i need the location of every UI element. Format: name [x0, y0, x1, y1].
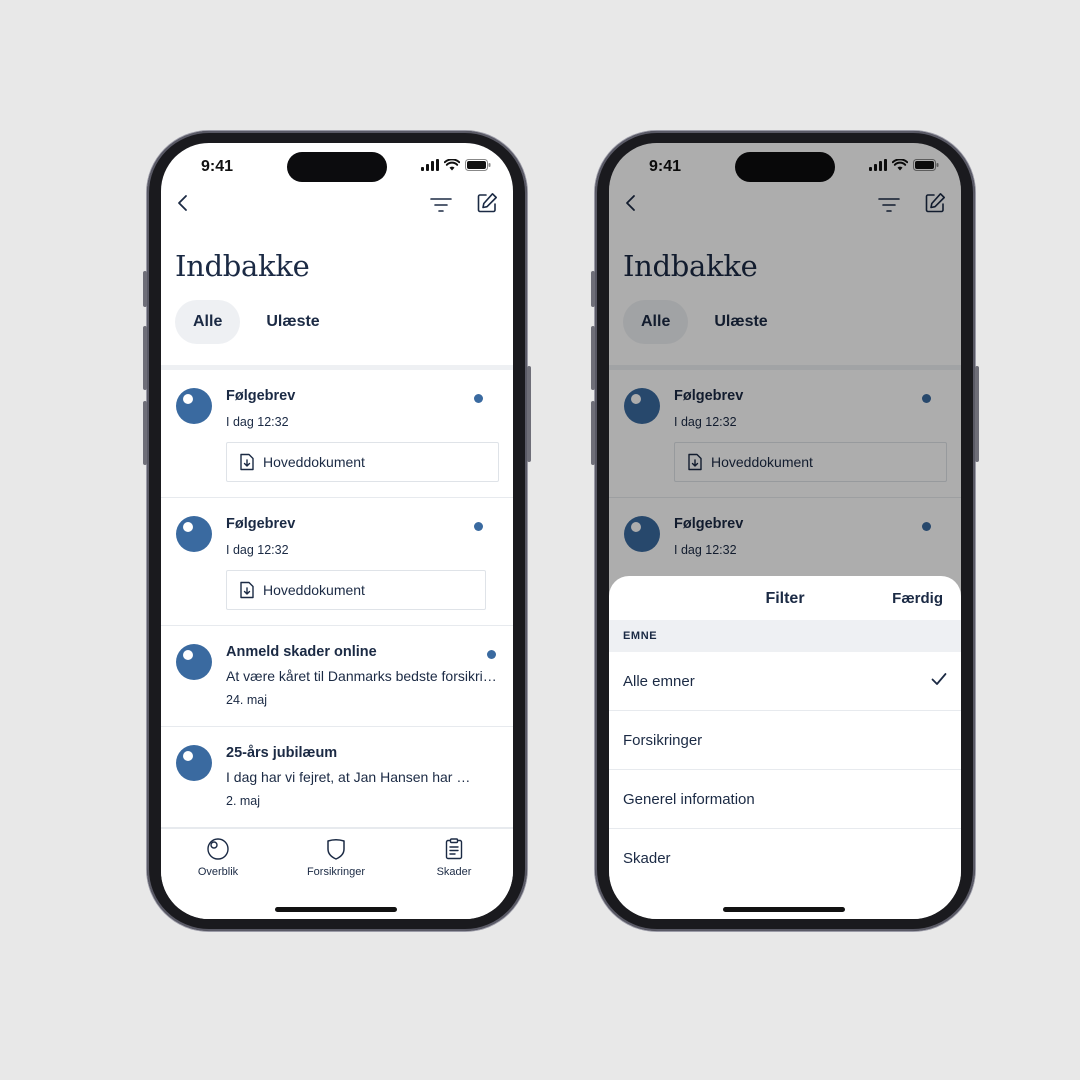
- list-item[interactable]: Anmeld skader online At være kåret til D…: [161, 626, 513, 727]
- message-date: 2. maj: [226, 794, 261, 808]
- inbox-screen: 9:41 Indbakke Alle Ulæste Følgebrev I da…: [161, 143, 513, 919]
- home-indicator: [275, 907, 397, 912]
- option-label: Skader: [623, 850, 671, 867]
- nav-label: Forsikringer: [306, 866, 366, 878]
- section-header: EMNE: [609, 620, 961, 652]
- shield-icon: [327, 839, 345, 860]
- filter-option-alle-emner[interactable]: Alle emner: [609, 652, 961, 711]
- message-title: Følgebrev: [226, 388, 296, 404]
- option-label: Generel information: [623, 790, 755, 808]
- option-label: Alle emner: [623, 672, 695, 690]
- filter-option-forsikringer[interactable]: Forsikringer: [609, 711, 961, 770]
- message-preview: I dag har vi fejret, at Jan Hansen har v…: [226, 769, 473, 785]
- message-title: 25-års jubilæum: [226, 745, 338, 761]
- message-preview: At være kåret til Danmarks bedste forsik…: [226, 668, 497, 684]
- message-title: Følgebrev: [226, 516, 296, 532]
- message-date: I dag 12:32: [226, 543, 289, 557]
- message-date: 24. maj: [226, 693, 267, 707]
- nav-label: Overblik: [197, 866, 239, 878]
- battery-icon: [465, 159, 491, 171]
- inbox-filter-screen: 9:41 Indbakke Alle Ulæste Følgebrev I da…: [609, 143, 961, 919]
- nav-skader[interactable]: Skader: [404, 837, 504, 878]
- attachment-label: Hoveddokument: [263, 582, 365, 598]
- list-item[interactable]: Følgebrev I dag 12:32 Hoveddokument: [161, 498, 513, 626]
- cellular-signal-icon: [421, 159, 439, 171]
- checkmark-icon: [931, 673, 947, 685]
- unread-dot: [474, 522, 483, 531]
- compose-icon[interactable]: [475, 191, 499, 215]
- filter-icon[interactable]: [429, 193, 453, 217]
- clipboard-icon: [445, 838, 463, 860]
- filter-option-skader[interactable]: Skader: [609, 829, 961, 888]
- message-title: Anmeld skader online: [226, 644, 377, 660]
- list-item[interactable]: 25-års jubilæum I dag har vi fejret, at …: [161, 727, 513, 828]
- tab-ulaeste[interactable]: Ulæste: [248, 300, 337, 344]
- filter-sheet: Filter Færdig EMNE Alle emner Forsikring…: [609, 576, 961, 919]
- avatar: [176, 745, 212, 781]
- attachment-label: Hoveddokument: [263, 454, 365, 470]
- document-download-icon: [240, 453, 254, 471]
- document-download-icon: [240, 581, 254, 599]
- nav-forsikringer[interactable]: Forsikringer: [286, 837, 386, 878]
- overview-icon: [207, 838, 229, 860]
- home-indicator: [723, 907, 845, 912]
- done-button[interactable]: Færdig: [892, 590, 943, 607]
- phone-frame-left: 9:41 Indbakke Alle Ulæste Følgebrev I da…: [143, 131, 531, 931]
- message-date: I dag 12:32: [226, 415, 289, 429]
- wifi-icon: [444, 159, 460, 171]
- nav-label: Skader: [436, 866, 472, 878]
- filter-option-generel-information[interactable]: Generel information: [609, 770, 961, 829]
- message-list: Følgebrev I dag 12:32 Hoveddokument Følg…: [161, 370, 513, 828]
- phone-frame-right: 9:41 Indbakke Alle Ulæste Følgebrev I da…: [591, 131, 979, 931]
- unread-dot: [474, 394, 483, 403]
- attachment-button[interactable]: Hoveddokument: [226, 442, 499, 482]
- list-item[interactable]: Følgebrev I dag 12:32 Hoveddokument: [161, 370, 513, 498]
- option-label: Forsikringer: [623, 731, 703, 749]
- unread-dot: [487, 650, 496, 659]
- avatar: [176, 388, 212, 424]
- dynamic-island: [287, 152, 387, 182]
- status-bar: 9:41: [161, 143, 513, 191]
- attachment-button[interactable]: Hoveddokument: [226, 570, 486, 610]
- tab-alle[interactable]: Alle: [175, 300, 241, 344]
- inbox-tabs: Alle Ulæste: [175, 300, 338, 344]
- back-chevron-icon[interactable]: [171, 191, 195, 215]
- avatar: [176, 516, 212, 552]
- avatar: [176, 644, 212, 680]
- top-nav: [161, 191, 513, 235]
- page-title: Indbakke: [175, 249, 310, 283]
- nav-overblik[interactable]: Overblik: [168, 837, 268, 878]
- status-time: 9:41: [201, 158, 234, 175]
- bottom-tab-bar: Overblik Forsikringer Skader: [161, 828, 513, 919]
